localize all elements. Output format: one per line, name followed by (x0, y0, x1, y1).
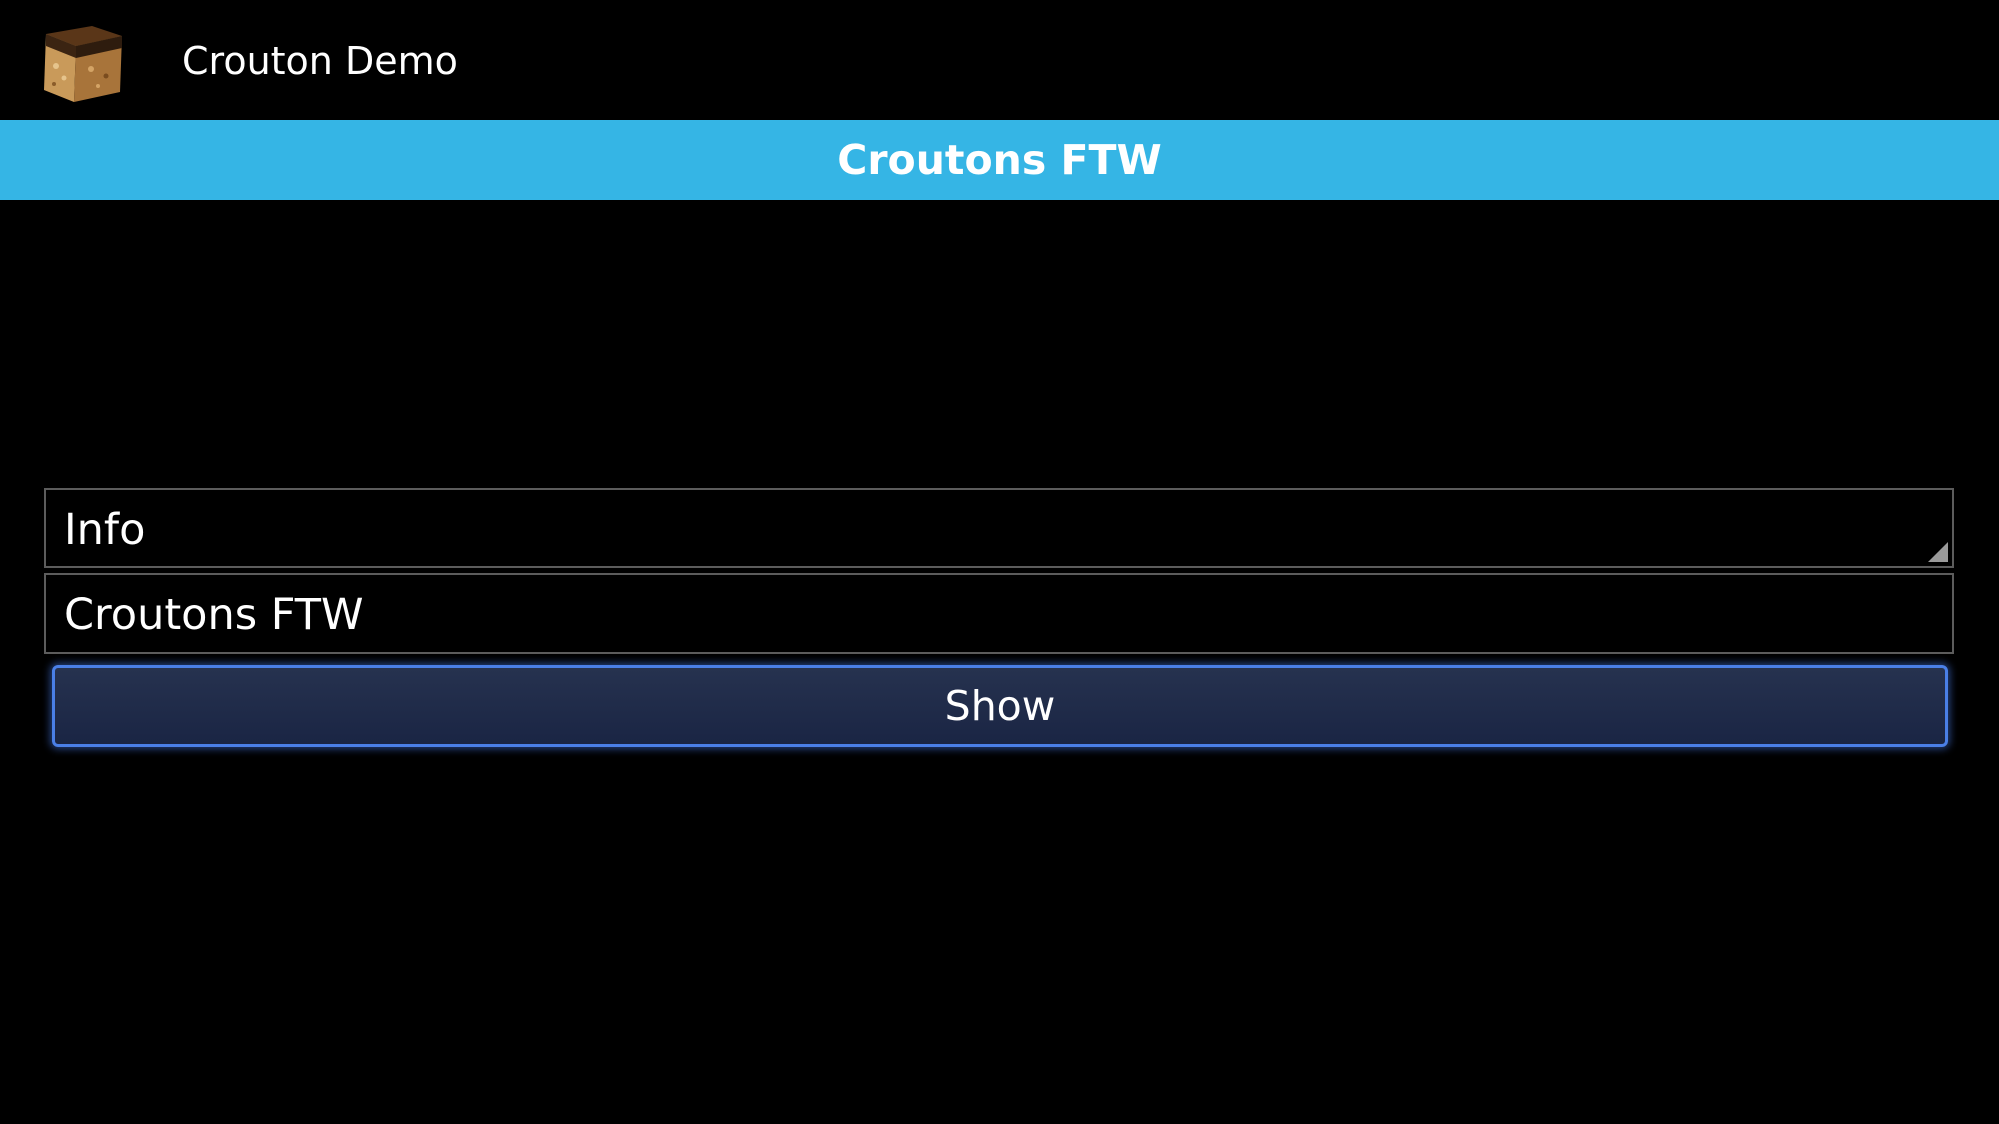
show-button-label: Show (944, 682, 1056, 730)
message-input-value: Croutons FTW (64, 590, 364, 640)
style-spinner-value: Info (64, 505, 146, 555)
crouton-banner[interactable]: Croutons FTW (0, 120, 1999, 200)
style-spinner[interactable]: Info (44, 488, 1954, 568)
crouton-cube-icon[interactable] (36, 14, 128, 106)
action-bar: Crouton Demo (0, 0, 1999, 120)
message-input[interactable]: Croutons FTW (44, 573, 1954, 654)
show-button[interactable]: Show (52, 665, 1948, 747)
crouton-message: Croutons FTW (837, 136, 1162, 184)
dropdown-corner-icon (1928, 542, 1948, 562)
app-title: Crouton Demo (182, 39, 458, 83)
